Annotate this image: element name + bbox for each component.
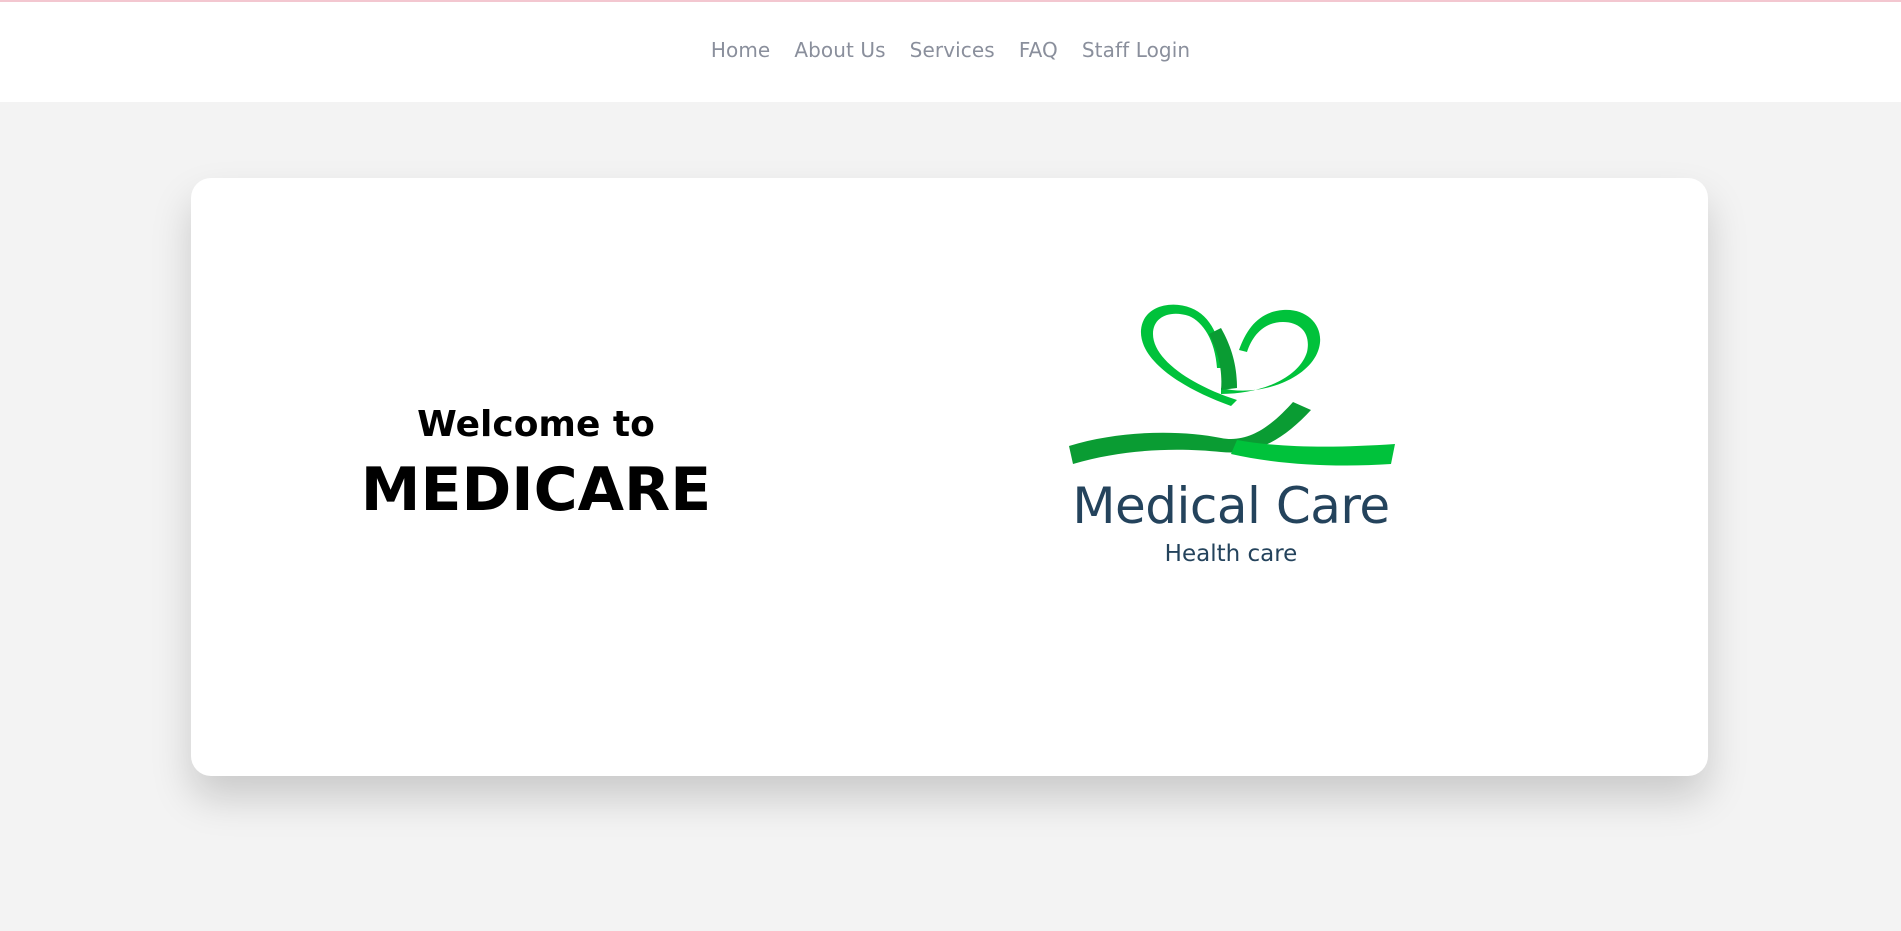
- logo-subtitle: Health care: [1164, 541, 1298, 567]
- hero-card: Welcome to MEDICARE Medical Care Health …: [191, 178, 1708, 776]
- nav-links: Home About Us Services FAQ Staff Login: [0, 2, 1901, 102]
- hero-brand-title: MEDICARE: [360, 455, 712, 525]
- nav-link-faq[interactable]: FAQ: [1019, 38, 1058, 62]
- nav-link-about-us[interactable]: About Us: [794, 38, 885, 62]
- navbar: Home About Us Services FAQ Staff Login: [0, 2, 1901, 102]
- nav-link-home[interactable]: Home: [711, 38, 770, 62]
- logo-title: Medical Care: [1072, 477, 1390, 535]
- heart-ribbon-icon: [1069, 304, 1395, 466]
- medical-care-logo: Medical Care Health care: [1061, 298, 1401, 588]
- hero-text: Welcome to MEDICARE: [126, 403, 946, 527]
- nav-link-services[interactable]: Services: [910, 38, 995, 62]
- hero-welcome-heading: Welcome to: [417, 404, 655, 445]
- nav-link-staff-login[interactable]: Staff Login: [1082, 38, 1190, 62]
